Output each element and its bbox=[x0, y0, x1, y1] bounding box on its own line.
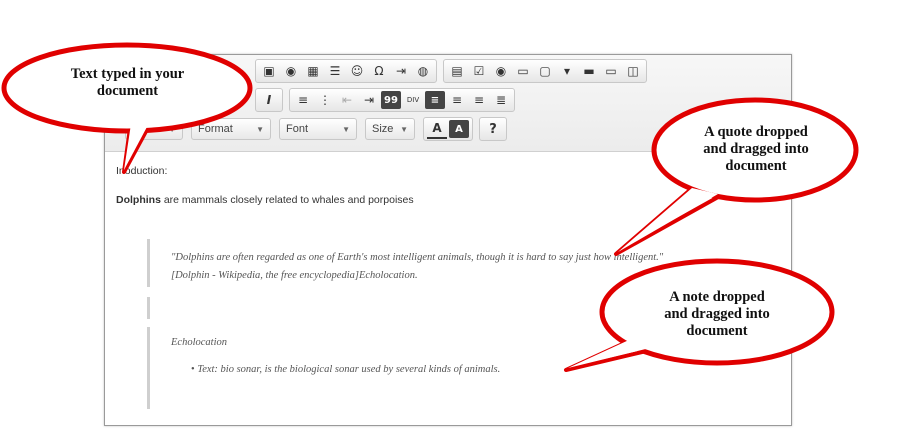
align-center-icon[interactable]: ≡ bbox=[447, 91, 467, 109]
empty-block-bar bbox=[147, 297, 150, 319]
clear-group: I bbox=[255, 88, 283, 112]
chevron-down-icon: ▼ bbox=[168, 124, 176, 134]
form-group: ▤ ☑ ◉ ▭ ▢ ▾ ▬ ▭ ◫ bbox=[443, 59, 647, 83]
quote-callout-text: A quote dropped and dragged into documen… bbox=[703, 124, 809, 174]
note-left-bar bbox=[147, 327, 150, 409]
justify-icon[interactable]: ≣ bbox=[491, 91, 511, 109]
note-bullet[interactable]: • Text: bio sonar, is the biological son… bbox=[191, 364, 500, 375]
toolbar-row-2: I ≡ ⋮ ⇤ ⇥ 99 DIV ≡ ≡ ≡ ≣ bbox=[255, 87, 521, 113]
size-label: Size bbox=[372, 123, 394, 135]
table-icon[interactable]: ▦ bbox=[303, 62, 323, 80]
indent-icon[interactable]: ⇥ bbox=[359, 91, 379, 109]
textfield-icon[interactable]: ▭ bbox=[513, 62, 533, 80]
page-break-icon[interactable]: ⇥ bbox=[391, 62, 411, 80]
dolphins-bold: Dolphins bbox=[116, 194, 161, 206]
font-combo[interactable]: Font ▼ bbox=[279, 118, 357, 140]
select-icon[interactable]: ▾ bbox=[557, 62, 577, 80]
flash-icon[interactable]: ◉ bbox=[281, 62, 301, 80]
div-icon[interactable]: DIV bbox=[403, 91, 423, 109]
insert-group: ▣ ◉ ▦ ☰ ☺ Ω ⇥ ◍ bbox=[255, 59, 437, 83]
toolbar-row-3: ▼ Format ▼ Font ▼ Size ▼ A A ? bbox=[125, 116, 513, 142]
chevron-down-icon: ▼ bbox=[256, 124, 264, 134]
chevron-down-icon: ▼ bbox=[342, 124, 350, 134]
numbered-list-icon[interactable]: ≡ bbox=[293, 91, 313, 109]
quote-text[interactable]: "Dolphins are often regarded as one of E… bbox=[171, 252, 663, 263]
blockquote-icon[interactable]: 99 bbox=[381, 91, 401, 109]
image-icon[interactable]: ▣ bbox=[259, 62, 279, 80]
iframe-icon[interactable]: ◍ bbox=[413, 62, 433, 80]
help-group: ? bbox=[479, 117, 507, 141]
horizontal-line-icon[interactable]: ☰ bbox=[325, 62, 345, 80]
smiley-icon[interactable]: ☺ bbox=[347, 62, 367, 80]
note-heading[interactable]: Echolocation bbox=[171, 337, 227, 348]
help-button[interactable]: ? bbox=[483, 120, 503, 138]
size-combo[interactable]: Size ▼ bbox=[365, 118, 415, 140]
special-char-icon[interactable]: Ω bbox=[369, 62, 389, 80]
rich-text-editor: ▣ ◉ ▦ ☰ ☺ Ω ⇥ ◍ ▤ ☑ ◉ ▭ ▢ ▾ ▬ ▭ ◫ I ≡ ⋮ … bbox=[104, 54, 792, 426]
quote-left-bar bbox=[147, 239, 150, 287]
font-label: Font bbox=[286, 123, 309, 135]
textarea-icon[interactable]: ▢ bbox=[535, 62, 555, 80]
radio-icon[interactable]: ◉ bbox=[491, 62, 511, 80]
outdent-icon[interactable]: ⇤ bbox=[337, 91, 357, 109]
button-icon[interactable]: ▬ bbox=[579, 62, 599, 80]
intro-paragraph[interactable]: Inoduction: bbox=[116, 165, 167, 177]
align-right-icon[interactable]: ≡ bbox=[469, 91, 489, 109]
paragraph-group: ≡ ⋮ ⇤ ⇥ 99 DIV ≡ ≡ ≡ ≣ bbox=[289, 88, 515, 112]
image-button-icon[interactable]: ▭ bbox=[601, 62, 621, 80]
styles-combo[interactable]: ▼ bbox=[125, 118, 183, 140]
checkbox-icon[interactable]: ☑ bbox=[469, 62, 489, 80]
toolbar-row-1: ▣ ◉ ▦ ☰ ☺ Ω ⇥ ◍ ▤ ☑ ◉ ▭ ▢ ▾ ▬ ▭ ◫ bbox=[255, 58, 653, 84]
bulleted-list-icon[interactable]: ⋮ bbox=[315, 91, 335, 109]
color-group: A A bbox=[423, 117, 473, 141]
dolphins-paragraph[interactable]: Dolphins are mammals closely related to … bbox=[116, 194, 414, 206]
typed-callout-text: Text typed in your document bbox=[70, 66, 185, 99]
chevron-down-icon: ▼ bbox=[400, 124, 408, 134]
quote-citation[interactable]: [Dolphin - Wikipedia, the free encyclope… bbox=[171, 270, 418, 281]
hidden-field-icon[interactable]: ◫ bbox=[623, 62, 643, 80]
bg-color-button[interactable]: A bbox=[449, 120, 469, 138]
form-icon[interactable]: ▤ bbox=[447, 62, 467, 80]
format-combo[interactable]: Format ▼ bbox=[191, 118, 271, 140]
format-label: Format bbox=[198, 123, 233, 135]
note-callout-text: A note dropped and dragged into document bbox=[664, 289, 770, 339]
text-color-button[interactable]: A bbox=[427, 119, 447, 139]
align-left-icon[interactable]: ≡ bbox=[425, 91, 445, 109]
remove-format-icon[interactable]: I bbox=[259, 91, 279, 109]
